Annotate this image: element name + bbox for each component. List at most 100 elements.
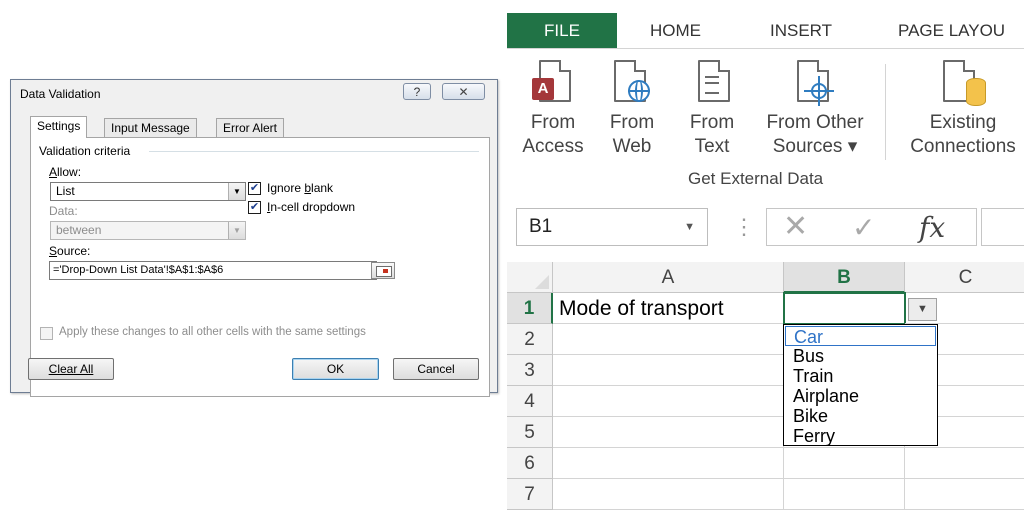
existing-connections-line1: Existing <box>929 112 997 133</box>
allow-select[interactable]: List ▼ <box>50 182 246 201</box>
more-icon[interactable]: ⋮ <box>733 214 755 240</box>
dropdown-option-bike[interactable]: Bike <box>785 406 936 426</box>
from-access-line2: Access <box>522 136 584 157</box>
row-header-1[interactable]: 1 <box>507 293 553 324</box>
cell-dropdown-button[interactable]: ▼ <box>908 298 937 321</box>
group-divider <box>149 151 479 152</box>
connections-icon <box>941 58 986 108</box>
cell-a7[interactable] <box>553 479 784 510</box>
checkmark-icon: ✔ <box>249 182 260 194</box>
in-cell-dropdown-checkbox[interactable]: ✔ <box>248 201 261 214</box>
close-button[interactable]: ✕ <box>442 83 485 100</box>
column-header-b[interactable]: B <box>784 262 905 293</box>
validation-criteria-label: Validation criteria <box>39 144 131 158</box>
access-icon: A <box>531 58 575 108</box>
cell-c6[interactable] <box>905 448 1024 479</box>
cancel-button[interactable]: Cancel <box>393 358 479 380</box>
column-header-a[interactable]: A <box>553 262 784 293</box>
help-button[interactable]: ? <box>403 83 431 100</box>
cell-a3[interactable] <box>553 355 784 386</box>
cell-a5[interactable] <box>553 417 784 448</box>
dropdown-option-airplane[interactable]: Airplane <box>785 386 936 406</box>
cell-b6[interactable] <box>784 448 905 479</box>
from-access-button[interactable]: A From Access <box>518 58 588 159</box>
existing-connections-button[interactable]: Existing Connections <box>897 58 1024 159</box>
cell-a2[interactable] <box>553 324 784 355</box>
row-header-5[interactable]: 5 <box>507 417 553 448</box>
tab-home[interactable]: HOME <box>650 13 701 48</box>
data-validation-dialog: Data Validation ? ✕ Settings Input Messa… <box>10 79 498 397</box>
tab-input-message[interactable]: Input Message <box>104 118 197 137</box>
web-icon <box>610 58 654 108</box>
close-icon: ✕ <box>458 85 469 99</box>
data-label: Data: <box>49 204 78 218</box>
tab-settings[interactable]: Settings <box>30 116 88 138</box>
dialog-title: Data Validation <box>20 87 101 101</box>
existing-connections-line2: Connections <box>910 136 1016 157</box>
enter-icon[interactable]: ✓ <box>852 209 875 247</box>
name-box[interactable]: B1 ▼ <box>516 208 708 246</box>
chevron-down-icon: ▼ <box>228 222 245 239</box>
ignore-blank-checkbox[interactable]: ✔ <box>248 182 261 195</box>
formula-buttons: ✕ ✓ fx <box>766 208 977 246</box>
row-header-4[interactable]: 4 <box>507 386 553 417</box>
cell-a6[interactable] <box>553 448 784 479</box>
name-box-value: B1 <box>529 216 553 237</box>
formula-input[interactable] <box>981 208 1024 246</box>
ignore-blank-label[interactable]: Ignore blank <box>267 181 333 195</box>
range-select-icon <box>376 266 392 277</box>
row-header-6[interactable]: 6 <box>507 448 553 479</box>
clear-all-button[interactable]: Clear All <box>28 358 114 380</box>
cell-a4[interactable] <box>553 386 784 417</box>
row-header-3[interactable]: 3 <box>507 355 553 386</box>
clear-all-label: Clear All <box>48 362 94 376</box>
from-other-line1: From Other <box>766 112 864 133</box>
select-all-corner[interactable] <box>507 262 553 293</box>
tab-insert[interactable]: INSERT <box>770 13 832 48</box>
from-web-line2: Web <box>612 136 652 157</box>
cell-b7[interactable] <box>784 479 905 510</box>
tab-error-alert[interactable]: Error Alert <box>216 118 285 137</box>
tab-page-layout[interactable]: PAGE LAYOU <box>898 13 1005 48</box>
data-select: between ▼ <box>50 221 246 240</box>
from-web-line1: From <box>609 112 655 133</box>
cell-c7[interactable] <box>905 479 1024 510</box>
row-header-2[interactable]: 2 <box>507 324 553 355</box>
from-text-button[interactable]: From Text <box>679 58 745 159</box>
dropdown-option-ferry[interactable]: Ferry <box>785 426 936 446</box>
data-value: between <box>56 223 102 237</box>
in-cell-dropdown-label[interactable]: In-cell dropdown <box>267 200 355 214</box>
dropdown-option-car[interactable]: Car <box>785 326 936 347</box>
excel-window: FILE HOME INSERT PAGE LAYOU A From Acces… <box>507 0 1024 512</box>
source-label: Source: <box>49 244 91 258</box>
from-text-line1: From <box>689 112 735 133</box>
apply-all-checkbox[interactable] <box>40 327 53 340</box>
insert-function-icon[interactable]: fx <box>919 209 945 247</box>
cell-dropdown-list: Car Bus Train Airplane Bike Ferry <box>783 324 938 446</box>
source-input[interactable]: ='Drop-Down List Data'!$A$1:$A$6 <box>49 261 377 280</box>
from-text-line2: Text <box>694 136 730 157</box>
from-web-button[interactable]: From Web <box>599 58 665 159</box>
tab-file[interactable]: FILE <box>507 13 617 48</box>
allow-value: List <box>56 184 75 198</box>
from-other-line2: Sources ▾ <box>772 136 858 157</box>
ok-button[interactable]: OK <box>292 358 379 380</box>
chevron-down-icon: ▼ <box>917 303 928 315</box>
apply-all-label: Apply these changes to all other cells w… <box>59 326 366 338</box>
cancel-icon[interactable]: ✕ <box>783 208 808 246</box>
get-external-data-label: Get External Data <box>688 169 824 188</box>
checkmark-icon: ✔ <box>249 201 260 213</box>
chevron-down-icon[interactable]: ▼ <box>684 209 695 245</box>
row-header-7[interactable]: 7 <box>507 479 553 510</box>
other-sources-icon <box>793 58 837 108</box>
cell-b1[interactable] <box>783 292 906 325</box>
column-header-c[interactable]: C <box>905 262 1024 293</box>
dropdown-option-train[interactable]: Train <box>785 366 936 386</box>
range-select-button[interactable] <box>371 262 395 279</box>
allow-label: Allow: <box>49 165 82 179</box>
chevron-down-icon: ▼ <box>228 183 245 200</box>
text-file-icon <box>690 58 734 108</box>
from-other-sources-button[interactable]: From Other Sources ▾ <box>756 58 874 159</box>
cell-a1[interactable]: Mode of transport <box>553 293 784 324</box>
dropdown-option-bus[interactable]: Bus <box>785 346 936 366</box>
